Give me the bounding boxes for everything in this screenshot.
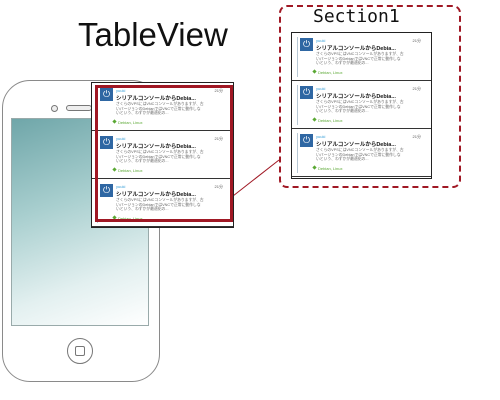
tag-icon: [312, 117, 317, 122]
cell-body: さくらのVPSにはVNCコンソールがありますが、古いバージョンのDebianでは…: [116, 198, 204, 212]
cell-body: さくらのVPSにはVNCコンソールがありますが、古いバージョンのDebianでは…: [316, 100, 404, 114]
phone-speaker-icon: [66, 105, 92, 111]
cell-user: yuuki: [316, 38, 326, 43]
cell-tags: Debian, Linux: [118, 168, 143, 173]
cell-body: さくらのVPSにはVNCコンソールがありますが、古いバージョンのDebianでは…: [316, 148, 404, 162]
power-icon: ⏻: [100, 136, 113, 149]
power-icon: ⏻: [100, 88, 113, 101]
tag-icon: [312, 69, 317, 74]
table-row[interactable]: ⏻ yuuki 21分シリアルコンソールからDebia... さくらのVPSにはVNC…: [92, 179, 233, 227]
tableview-title: TableView: [78, 16, 228, 53]
cell-accent-bar: [97, 183, 98, 223]
cell-time: 21分: [214, 88, 223, 93]
cell-body: さくらのVPSにはVNCコンソールがありますが、古いバージョンのDebianでは…: [316, 52, 404, 66]
cell-tags: Debian, Linux: [118, 216, 143, 221]
cell-user: yuuki: [116, 88, 126, 93]
cell-title: シリアルコンソールからDebia...: [116, 192, 196, 198]
cell-tags: Debian, Linux: [318, 118, 343, 123]
table-row[interactable]: ⏻ yuuki 21分シリアルコンソールからDebia... さくらのVPSにはVNC…: [292, 81, 431, 129]
power-icon: ⏻: [300, 134, 313, 147]
cell-body: さくらのVPSにはVNCコンソールがありますが、古いバージョンのDebianでは…: [116, 102, 204, 116]
home-button-square-icon: [75, 346, 85, 356]
cell-accent-bar: [97, 87, 98, 127]
cell-time: 21分: [412, 86, 421, 91]
cell-accent-bar: [97, 135, 98, 175]
connector-segment: [232, 159, 280, 197]
power-icon: ⏻: [300, 86, 313, 99]
power-icon: ⏻: [100, 184, 113, 197]
phone-camera-icon: [51, 105, 58, 112]
cell-tags: Debian, Linux: [318, 166, 343, 171]
cell-user: yuuki: [116, 136, 126, 141]
table-view: ⏻ yuuki 21分 シリアルコンソールからDebia... さくらのVPSにはVNC…: [91, 82, 234, 228]
tag-icon: [112, 215, 117, 220]
cell-body: さくらのVPSにはVNCコンソールがありますが、古いバージョンのDebianでは…: [116, 150, 204, 164]
cell-accent-bar: [297, 37, 298, 77]
cell-accent-bar: [297, 85, 298, 125]
cell-user: yuuki: [116, 184, 126, 189]
cell-time: 21分: [214, 136, 223, 141]
cell-time: 21分: [412, 134, 421, 139]
section-label: Section1: [313, 6, 400, 27]
tag-icon: [312, 165, 317, 170]
cell-title: シリアルコンソールからDebia...: [316, 142, 396, 148]
cell-title: シリアルコンソールからDebia...: [316, 46, 396, 52]
tag-icon: [112, 167, 117, 172]
cell-title: シリアルコンソールからDebia...: [316, 94, 396, 100]
cell-tags: Debian, Linux: [318, 70, 343, 75]
power-icon: ⏻: [300, 38, 313, 51]
cell-accent-bar: [297, 133, 298, 173]
cell-title: シリアルコンソールからDebia...: [116, 144, 196, 150]
cell-user: yuuki: [316, 134, 326, 139]
tag-icon: [112, 119, 117, 124]
section-table-view: ⏻ yuuki 21分 シリアルコンソールからDebia... さくらのVPSにはVNC…: [291, 32, 432, 179]
cell-user: yuuki: [316, 86, 326, 91]
table-row[interactable]: ⏻ yuuki 21分シリアルコンソールからDebia... さくらのVPSにはVNC…: [92, 83, 233, 131]
cell-title: シリアルコンソールからDebia...: [116, 96, 196, 102]
cell-time: 21分: [412, 38, 421, 43]
table-row[interactable]: ⏻ yuuki 21分シリアルコンソールからDebia... さくらのVPSにはVNC…: [292, 129, 431, 177]
table-row[interactable]: ⏻ yuuki 21分シリアルコンソールからDebia... さくらのVPSにはVNC…: [292, 33, 431, 81]
cell-tags: Debian, Linux: [118, 120, 143, 125]
cell-time: 21分: [214, 184, 223, 189]
table-row[interactable]: ⏻ yuuki 21分シリアルコンソールからDebia... さくらのVPSにはVNC…: [92, 131, 233, 179]
